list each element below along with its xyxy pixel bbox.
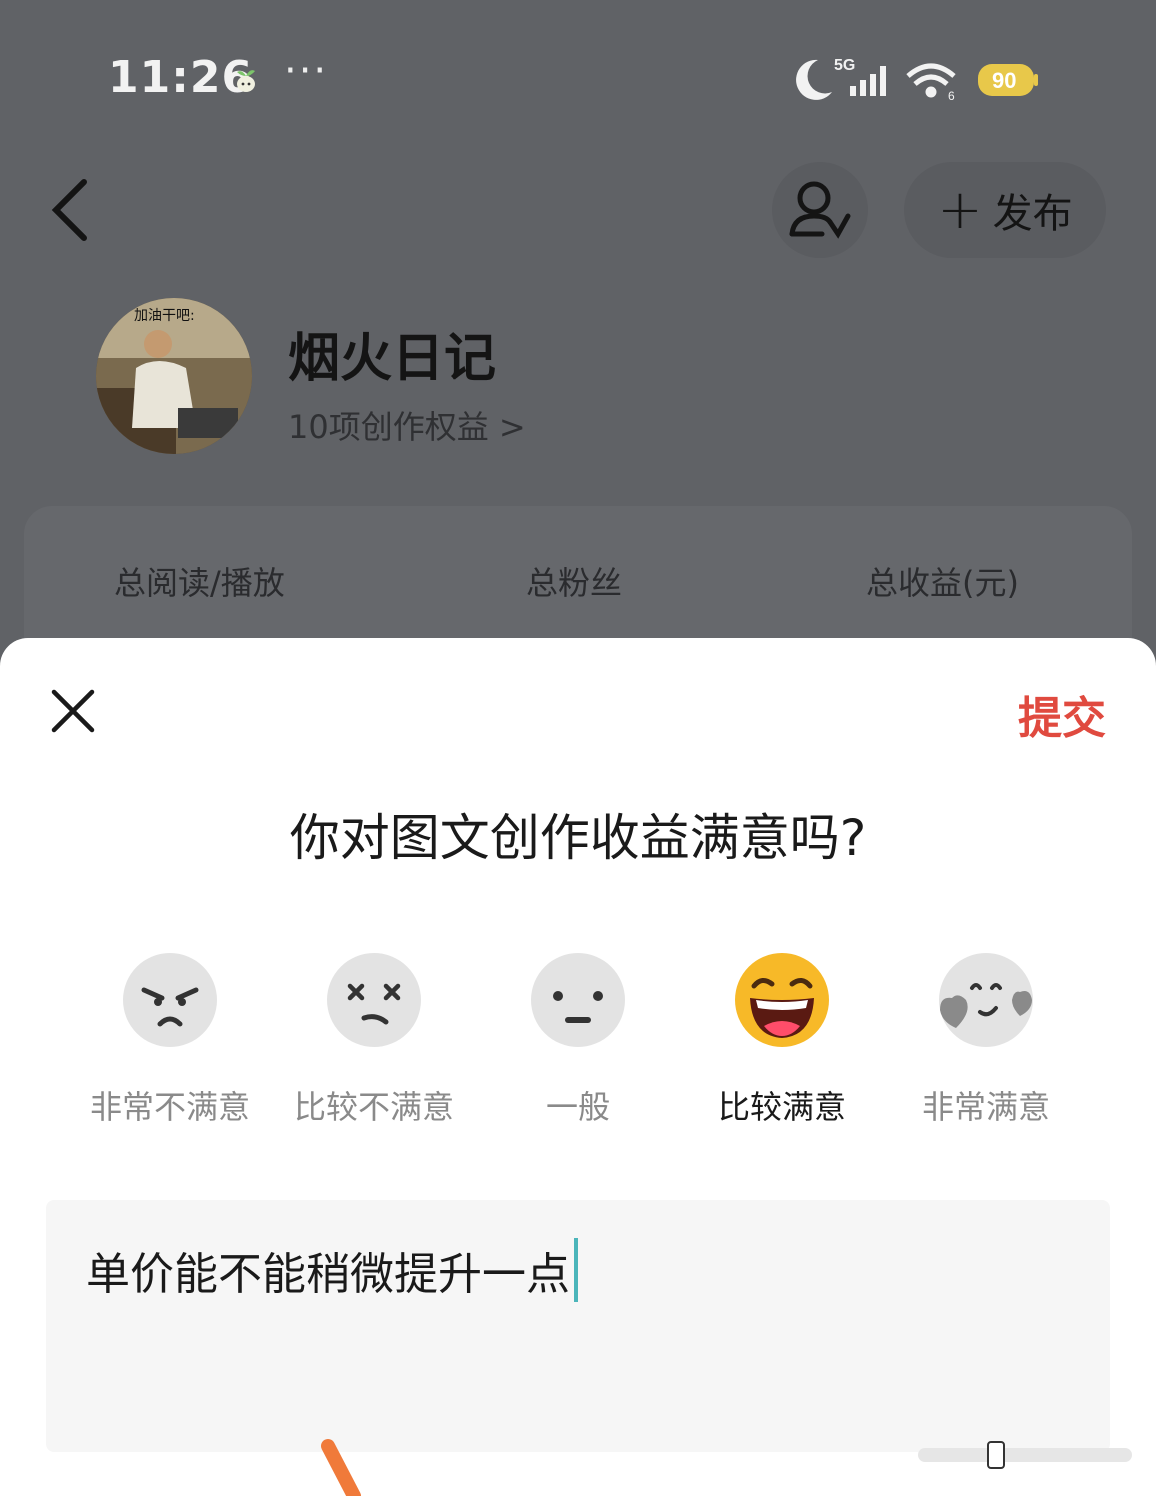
moon-icon — [796, 59, 832, 100]
home-indicator — [918, 1441, 1132, 1469]
publish-button[interactable]: + 发布 — [904, 162, 1106, 258]
chevron-left-icon[interactable] — [40, 170, 110, 250]
rating-label: 一般 — [545, 1088, 610, 1126]
submit-button[interactable]: 提交 — [1018, 682, 1106, 746]
love-face-icon — [939, 953, 1033, 1047]
battery-icon: 90 — [978, 64, 1038, 96]
feedback-text: 单价能不能稍微提升一点 — [86, 1249, 570, 1300]
battery-level: 90 — [992, 68, 1016, 93]
angry-face-icon — [123, 953, 217, 1047]
feedback-input[interactable]: 单价能不能稍微提升一点 — [46, 1200, 1110, 1452]
rating-label: 比较满意 — [717, 1088, 846, 1126]
avatar[interactable]: 加油干吧: — [96, 298, 252, 454]
stat-label-fans: 总粉丝 — [526, 564, 623, 602]
stat-label-reads: 总阅读/播放 — [114, 564, 285, 602]
rating-label: 比较不满意 — [293, 1088, 454, 1126]
stat-label-income: 总收益(元) — [866, 564, 1019, 602]
survey-question: 你对图文创作收益满意吗? — [289, 809, 867, 867]
feedback-sheet: 提交 你对图文创作收益满意吗? 非常不满意 比较不满意 一般 比较满意 非常满意… — [0, 638, 1156, 1496]
network-label: 5G — [834, 57, 855, 74]
status-more-dots: ··· — [284, 48, 329, 94]
wifi-badge: 6 — [948, 89, 955, 103]
profile-name: 烟火日记 — [288, 329, 497, 389]
background-page: 11:26 ··· 5G 6 90 + 发布 加油干吧: 烟火日记 10项创作权… — [0, 0, 1156, 706]
follow-button[interactable] — [772, 162, 868, 258]
rating-option-neutral[interactable]: 一般 — [468, 952, 688, 1142]
rating-option-very-satisfied[interactable]: 非常满意 — [876, 952, 1096, 1142]
status-icons: 5G 6 90 — [796, 57, 1038, 103]
creator-rights-link[interactable]: 10项创作权益 > — [288, 402, 526, 448]
sprout-icon — [237, 70, 255, 92]
plus-icon: + — [937, 178, 983, 241]
rating-option-satisfied[interactable]: 比较满意 — [672, 952, 892, 1142]
laughing-face-icon — [735, 953, 829, 1047]
signal-icon — [850, 66, 886, 96]
avatar-image: 加油干吧: — [96, 298, 252, 454]
rating-label: 非常不满意 — [89, 1088, 250, 1126]
close-icon[interactable] — [48, 686, 98, 736]
publish-label: 发布 — [992, 191, 1073, 237]
rating-option-dissatisfied[interactable]: 比较不满意 — [264, 952, 484, 1142]
text-caret — [574, 1238, 578, 1302]
rating-label: 非常满意 — [921, 1088, 1050, 1126]
neutral-face-icon — [531, 953, 625, 1047]
orange-stroke-mark — [321, 1439, 361, 1496]
person-check-icon — [789, 181, 851, 239]
dizzy-face-icon — [327, 953, 421, 1047]
status-bar: 11:26 ··· 5G 6 90 — [0, 40, 1156, 120]
rating-option-very-dissatisfied[interactable]: 非常不满意 — [60, 952, 280, 1142]
avatar-caption: 加油干吧: — [134, 308, 195, 324]
